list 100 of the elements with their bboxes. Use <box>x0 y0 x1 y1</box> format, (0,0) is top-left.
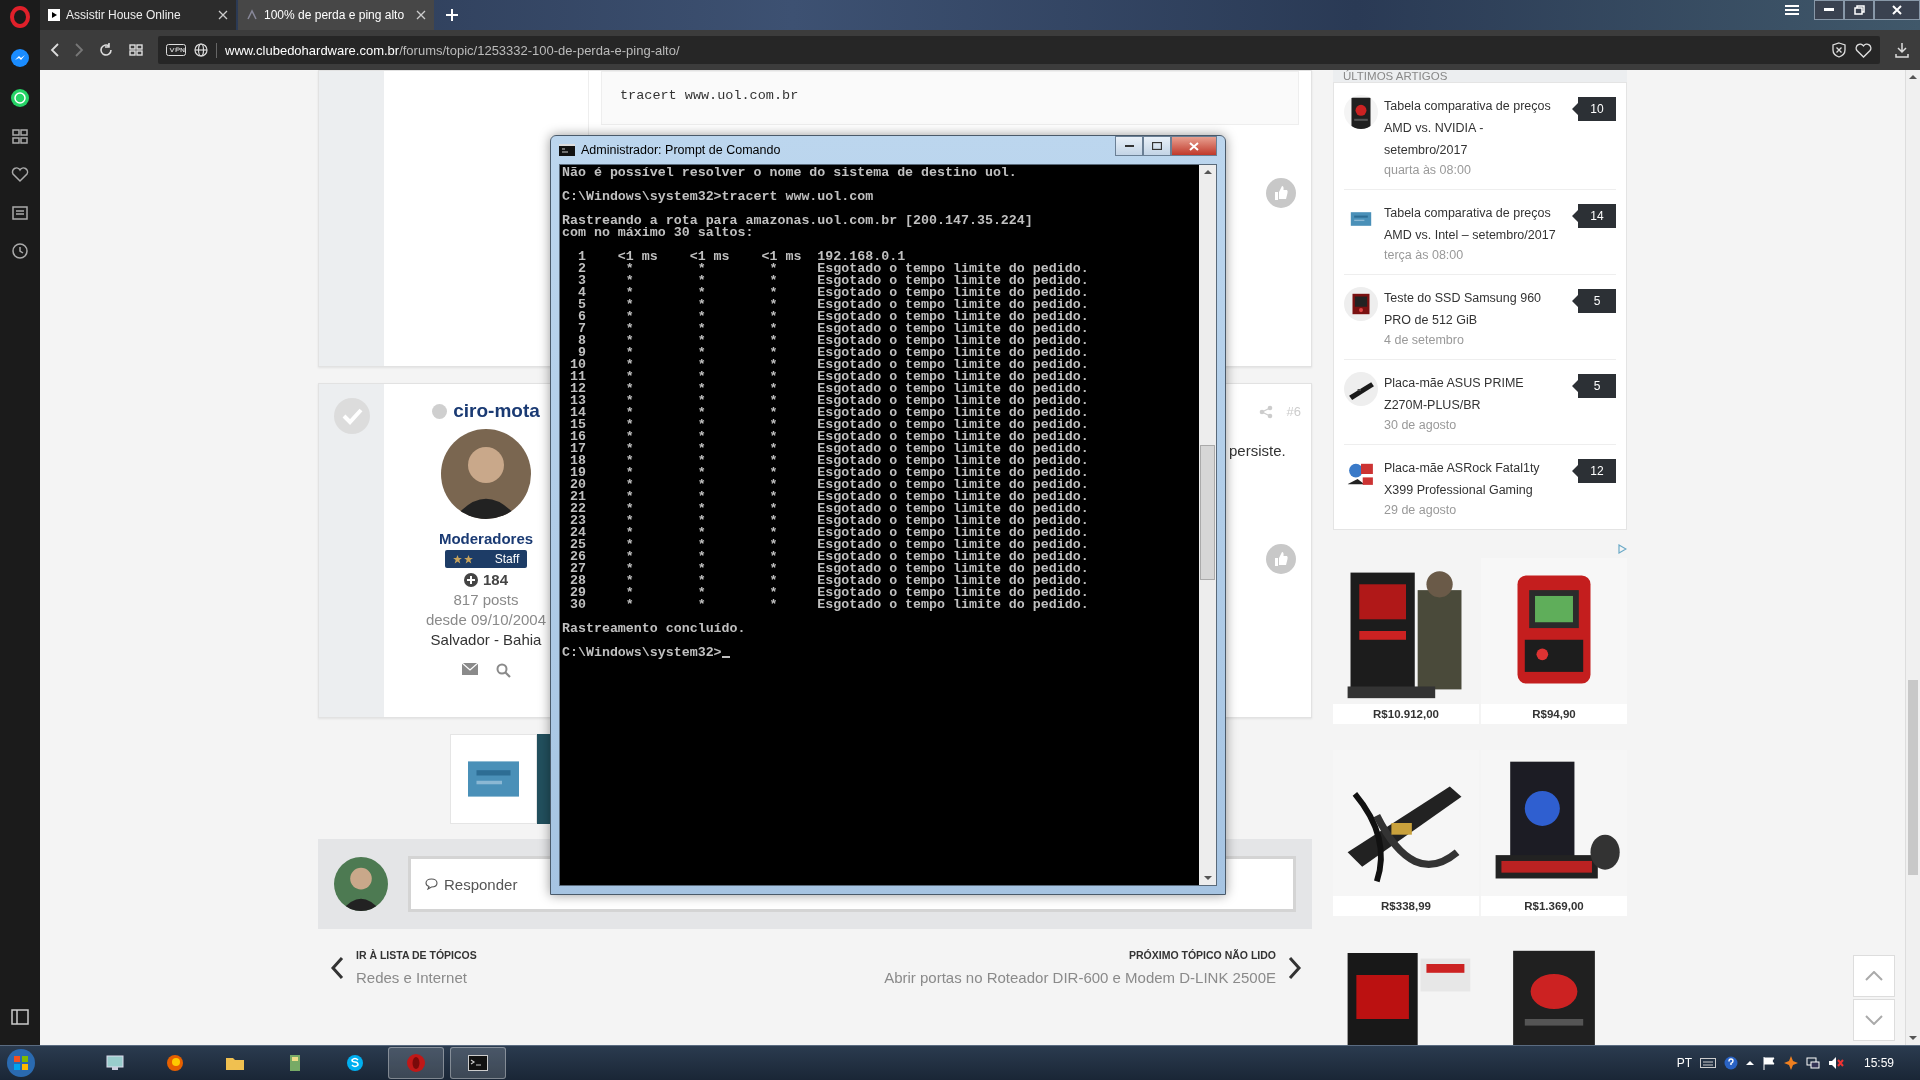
scroll-down-arrow-icon[interactable] <box>1203 875 1212 881</box>
star-burst-icon[interactable] <box>1783 1056 1798 1070</box>
page-icon <box>246 9 258 21</box>
restore-button[interactable] <box>1844 0 1874 20</box>
location: Salvador - Bahia <box>430 631 542 648</box>
close-icon[interactable] <box>218 10 228 20</box>
messenger-icon[interactable] <box>10 48 30 68</box>
heart-icon[interactable] <box>11 166 29 184</box>
minimize-button[interactable] <box>1814 0 1844 20</box>
forward-icon[interactable] <box>74 42 84 58</box>
article-date: 30 de agosto <box>1384 418 1458 432</box>
keyboard-icon[interactable] <box>1699 1057 1716 1069</box>
close-button[interactable] <box>1874 0 1920 20</box>
article-link[interactable]: Placa-mãe ASRock Fatal1ty X399 Professional Gaming <box>1384 457 1566 501</box>
console-line: com no máximo 30 saltos: <box>562 227 755 239</box>
plus-icon[interactable] <box>446 9 458 21</box>
console-line: 18 * * * Esgotado o tempo limite do pedido. <box>568 455 1090 467</box>
taskbar-button[interactable] <box>450 1047 506 1079</box>
news-icon[interactable] <box>11 204 29 222</box>
minimize-button[interactable] <box>1115 136 1143 156</box>
section-title: ÚLTIMOS ARTIGOS <box>1333 70 1627 82</box>
maximize-button[interactable] <box>1143 136 1171 156</box>
book-icon[interactable] <box>288 1054 302 1072</box>
scrollbar-thumb[interactable] <box>1908 680 1918 875</box>
grid-icon[interactable] <box>11 128 29 146</box>
chevron-right-icon[interactable] <box>1288 955 1302 980</box>
comment-count: 14 <box>1572 204 1616 228</box>
whatsapp-icon[interactable] <box>10 88 30 108</box>
scrollbar[interactable] <box>1905 70 1920 1045</box>
stars-icon <box>452 554 475 564</box>
article-date: 29 de agosto <box>1384 503 1458 517</box>
article-link[interactable]: Tabela comparativa de preços AMD vs. NVIDIA - setembro/2017 <box>1384 95 1566 161</box>
console-line: 7 * * * Esgotado o tempo limite do pedido. <box>576 323 1090 335</box>
reputation: 184 <box>483 571 508 588</box>
start-button-icon[interactable] <box>6 1048 36 1078</box>
product-price: R$10.912,00 <box>1373 707 1439 722</box>
flag-icon[interactable] <box>1761 1056 1776 1070</box>
tiles-icon[interactable] <box>128 42 144 58</box>
article-link[interactable]: Placa-mãe ASUS PRIME Z270M-PLUS/BR <box>1384 372 1566 416</box>
console-line: 19 * * * Esgotado o tempo limite do pedido. <box>568 467 1090 479</box>
console-line: 25 * * * Esgotado o tempo limite do pedido. <box>568 539 1090 551</box>
download-icon[interactable] <box>1894 42 1910 58</box>
heart-icon[interactable] <box>1855 42 1872 58</box>
console-line: Rastreando a rota para amazonas.uol.com.br [200.147.35.224] <box>562 215 1034 227</box>
minimize-icon <box>1824 8 1834 12</box>
scroll-up-arrow-icon[interactable] <box>1909 74 1917 80</box>
envelope-icon[interactable] <box>461 663 478 675</box>
scrollbar-thumb[interactable] <box>1200 445 1215 580</box>
console-line: 5 * * * Esgotado o tempo limite do pedido. <box>576 299 1090 311</box>
product-card[interactable]: R$338,99 <box>1333 750 1479 916</box>
console-line: 8 * * * Esgotado o tempo limite do pedido. <box>576 335 1090 347</box>
chevron-left-icon[interactable] <box>330 955 344 980</box>
opera-logo-icon[interactable] <box>9 6 31 28</box>
comment-count: 5 <box>1572 289 1616 313</box>
show-desktop-icon[interactable] <box>106 1055 124 1071</box>
article-link[interactable]: Tabela comparativa de preços AMD vs. Intel – setembro/2017 <box>1384 202 1566 246</box>
console-line: Rastreamento concluído. <box>562 623 747 635</box>
check-circle-icon[interactable] <box>333 398 370 434</box>
browser-tab[interactable]: Assistir House Online <box>40 0 236 30</box>
console-line: 13 * * * Esgotado o tempo limite do pedido. <box>568 395 1090 407</box>
reload-icon[interactable] <box>98 42 114 58</box>
chevron-up-icon[interactable] <box>1745 1060 1754 1066</box>
folder-icon[interactable] <box>225 1055 245 1071</box>
member-since: desde 09/10/2004 <box>425 611 547 628</box>
close-button[interactable] <box>1171 136 1217 156</box>
article-date: quarta às 08:00 <box>1384 163 1472 177</box>
fox-icon[interactable] <box>166 1054 184 1072</box>
author-link[interactable]: ciro-mota <box>453 400 540 422</box>
article-link[interactable]: Teste do SSD Samsung 960 PRO de 512 GiB <box>1384 287 1566 331</box>
console-line: 3 * * * Esgotado o tempo limite do pedido. <box>576 275 1090 287</box>
skype-icon[interactable] <box>346 1054 364 1072</box>
console-icon <box>559 144 575 156</box>
rank-label: Staff <box>494 552 520 566</box>
article-date: terça às 08:00 <box>1384 248 1465 262</box>
scrollbar[interactable] <box>1199 165 1216 885</box>
post-count: 817 posts <box>453 591 519 608</box>
network-icon[interactable] <box>1805 1056 1820 1070</box>
product-card[interactable]: R$94,90 <box>1481 558 1627 724</box>
minimize-icon <box>1124 144 1134 148</box>
scroll-up-arrow-icon[interactable] <box>1203 169 1212 175</box>
shield-icon[interactable] <box>1831 42 1847 58</box>
back-icon[interactable] <box>50 42 60 58</box>
menu-icon[interactable] <box>1784 4 1800 18</box>
search-icon[interactable] <box>495 663 511 678</box>
scroll-down-arrow-icon[interactable] <box>1909 1035 1917 1041</box>
close-icon[interactable] <box>416 10 426 20</box>
thumbs-up-icon <box>1273 185 1289 201</box>
browser-tab[interactable]: 100% de perda e ping alto <box>238 0 434 30</box>
sidebar-toggle-icon[interactable] <box>11 1009 29 1025</box>
console-line: 11 * * * Esgotado o tempo limite do pedido. <box>568 371 1090 383</box>
help-icon[interactable] <box>1723 1056 1738 1070</box>
product-card[interactable]: R$1.369,00 <box>1481 750 1627 916</box>
clock[interactable]: 15:59 <box>1863 1056 1894 1070</box>
language-indicator[interactable]: PT <box>1676 1056 1692 1070</box>
console-line: 23 * * * Esgotado o tempo limite do pedido. <box>568 515 1090 527</box>
speaker-muted-icon[interactable] <box>1827 1056 1844 1070</box>
address-field[interactable]: www.clubedohardware.com.br/forums/topic/1253332-100-de-perda-e-ping-alto/ <box>158 36 1880 64</box>
product-card[interactable]: R$10.912,00 <box>1333 558 1479 724</box>
clock-icon[interactable] <box>11 242 29 260</box>
console-line: 21 * * * Esgotado o tempo limite do pedido. <box>568 491 1090 503</box>
